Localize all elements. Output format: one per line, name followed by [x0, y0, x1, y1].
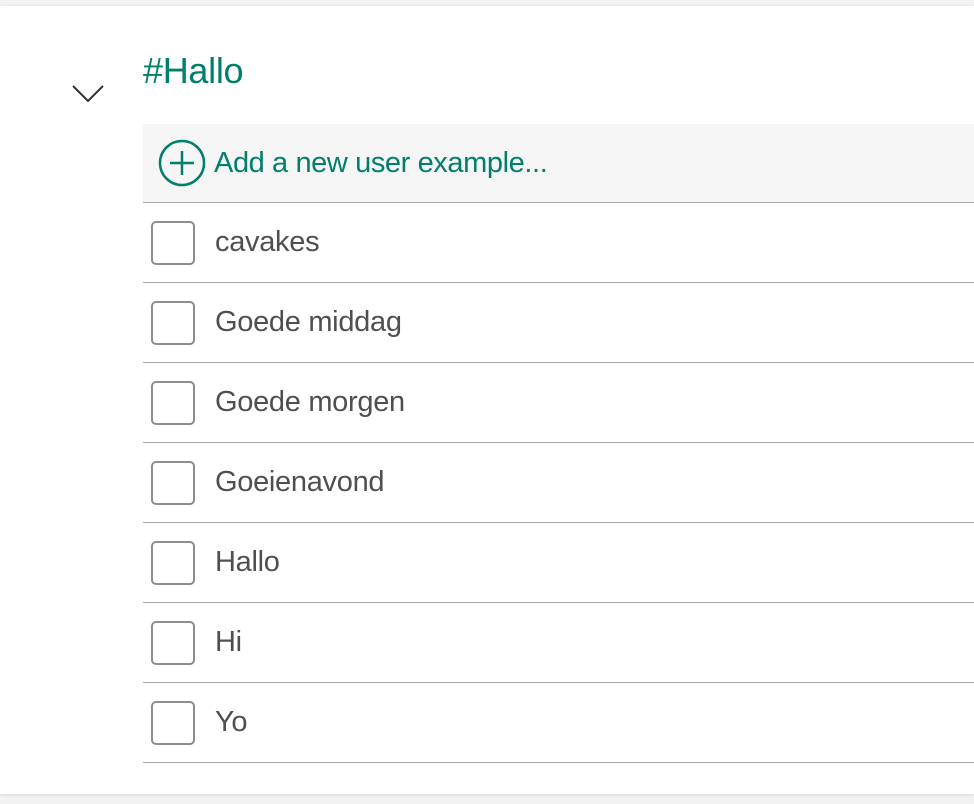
example-checkbox[interactable] — [151, 460, 195, 505]
example-checkbox[interactable] — [151, 380, 195, 425]
plus-circle-icon[interactable] — [158, 139, 206, 187]
example-checkbox[interactable] — [151, 300, 195, 345]
intent-panel: #Hallo Add a new user example... cavakes… — [0, 6, 974, 794]
example-checkbox[interactable] — [151, 220, 195, 265]
example-text[interactable]: Goede middag — [215, 306, 402, 339]
list-item: Goede morgen — [143, 363, 974, 443]
example-checkbox[interactable] — [151, 700, 195, 745]
list-item: Hi — [143, 603, 974, 683]
example-text[interactable]: Hallo — [215, 546, 280, 579]
example-text[interactable]: Yo — [215, 706, 248, 739]
list-item: cavakes — [143, 203, 974, 283]
intent-title: #Hallo — [143, 50, 244, 91]
add-user-example-button[interactable]: Add a new user example... — [143, 124, 974, 203]
example-text[interactable]: cavakes — [215, 226, 320, 259]
list-item: Yo — [143, 683, 974, 763]
collapse-toggle-button[interactable] — [72, 84, 104, 104]
example-text[interactable]: Goede morgen — [215, 386, 405, 419]
list-item: Hallo — [143, 523, 974, 603]
add-user-example-label[interactable]: Add a new user example... — [214, 147, 548, 180]
user-examples-list: Add a new user example... cavakes Goede … — [143, 124, 974, 763]
example-text[interactable]: Hi — [215, 626, 242, 659]
list-item: Goeienavond — [143, 443, 974, 523]
example-checkbox[interactable] — [151, 540, 195, 585]
example-text[interactable]: Goeienavond — [215, 466, 385, 499]
example-checkbox[interactable] — [151, 620, 195, 665]
list-item: Goede middag — [143, 283, 974, 363]
chevron-down-icon[interactable] — [72, 84, 104, 104]
